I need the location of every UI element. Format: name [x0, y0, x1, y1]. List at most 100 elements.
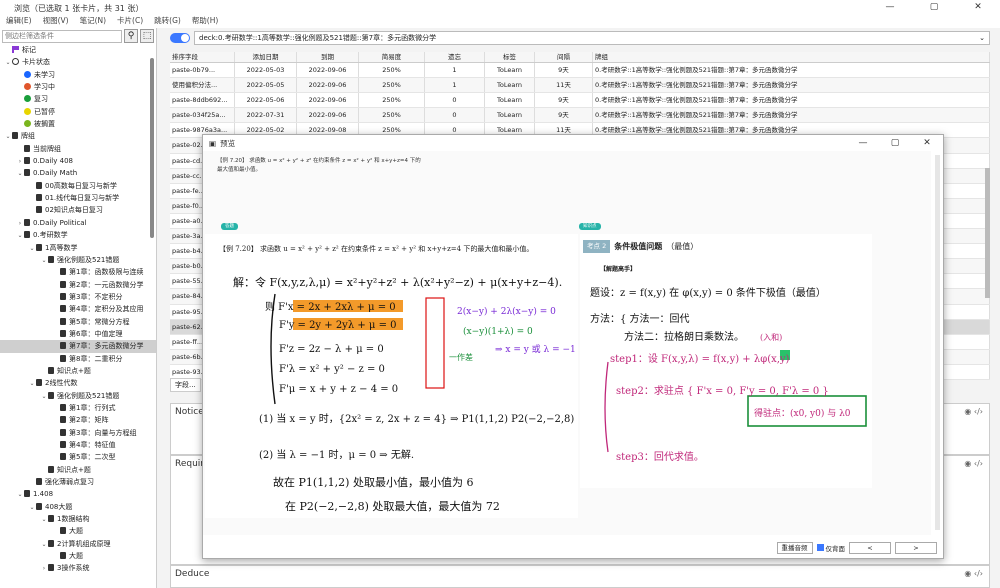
sidebar-item[interactable]: ⌄ 牌组: [0, 130, 156, 142]
sidebar-item-label: 牌组: [21, 132, 35, 141]
sidebar-item-label: 2线性代数: [45, 379, 78, 388]
sidebar-item[interactable]: 第3章：向量与方程组: [0, 427, 156, 439]
close-icon[interactable]: ✕: [911, 135, 943, 151]
next-card-button[interactable]: >: [895, 541, 937, 554]
sidebar-item[interactable]: 学习中: [0, 81, 156, 93]
sidebar-filter-row: ⚲ ⬚: [0, 28, 156, 44]
deck-icon: [24, 169, 30, 177]
sidebar-item[interactable]: 知识点+题: [0, 464, 156, 476]
solution-conclusion-2: 在 P2(−2,−2,8) 处取最大值，最大值为 72: [285, 499, 500, 513]
column-header[interactable]: 间隔: [535, 52, 593, 62]
sidebar-item[interactable]: 大题: [0, 525, 156, 537]
sidebar-item-label: 知识点+题: [57, 366, 91, 375]
answer-tag: 答题: [221, 223, 238, 230]
maximize-icon[interactable]: ▢: [879, 135, 911, 151]
table-row[interactable]: 使用偏积分法... 2022-05-05 2022-09-06 250% 1 ToLear…: [170, 78, 990, 94]
sidebar-item[interactable]: 第4章：特征值: [0, 439, 156, 451]
table-row[interactable]: paste-034f25a... 2022-07-31 2022-09-06 250%…: [170, 108, 990, 124]
sidebar-item[interactable]: 复习: [0, 93, 156, 105]
field-icons[interactable]: ◉ ‹/›: [964, 459, 983, 468]
sidebar-scrollbar[interactable]: [150, 58, 154, 238]
sidebar-item[interactable]: 第1章：函数极限与连续: [0, 266, 156, 278]
status-dot-icon: [24, 83, 31, 91]
sidebar-filter-input[interactable]: [2, 29, 122, 43]
sidebar-item-label: 复习: [34, 95, 48, 104]
deck-icon: [60, 342, 66, 350]
sidebar-item[interactable]: ⌄ 1.408: [0, 488, 156, 500]
column-header[interactable]: 标签: [485, 52, 535, 62]
deduce-field[interactable]: Deduce ◉ ‹/›: [170, 565, 990, 588]
column-header[interactable]: 到期: [297, 52, 359, 62]
back-only-checkbox[interactable]: [816, 544, 824, 551]
sidebar-item[interactable]: ⌄ 0.Daily Math: [0, 167, 156, 179]
table-cell: 250%: [359, 78, 425, 93]
cards-notes-toggle[interactable]: [170, 33, 190, 43]
sidebar-item[interactable]: 00高数每日复习与新学: [0, 180, 156, 192]
table-row[interactable]: paste-8ddb692... 2022-05-06 2022-09-06 250%…: [170, 93, 990, 109]
column-header[interactable]: 添加日期: [235, 52, 297, 62]
menu-help[interactable]: 帮助(H): [192, 15, 219, 28]
deck-icon: [60, 416, 66, 424]
sidebar-item[interactable]: 第2章：矩阵: [0, 414, 156, 426]
sidebar-item[interactable]: 标记: [0, 44, 156, 56]
sidebar-item[interactable]: ⌄ 408大题: [0, 501, 156, 513]
sidebar-item[interactable]: 被搁置: [0, 118, 156, 130]
sidebar-item[interactable]: 知识点+题: [0, 365, 156, 377]
preview-scrollbar[interactable]: [935, 155, 940, 530]
sidebar-item[interactable]: ⌄ 0.考研数学: [0, 229, 156, 241]
field-icons[interactable]: ◉ ‹/›: [964, 407, 983, 416]
sidebar-item[interactable]: ⌄ 2计算机组成原理: [0, 538, 156, 550]
prev-card-button[interactable]: <: [849, 541, 891, 554]
column-header[interactable]: 简易度: [359, 52, 425, 62]
deck-icon: [36, 379, 42, 387]
sidebar-item[interactable]: 第1章：行列式: [0, 402, 156, 414]
field-icons[interactable]: ◉ ‹/›: [964, 569, 983, 578]
field-tab[interactable]: 字段...: [170, 378, 201, 392]
sidebar-item[interactable]: 01.线代每日复习与新学: [0, 192, 156, 204]
column-header[interactable]: 遗忘: [425, 52, 485, 62]
chevron-right-icon[interactable]: ›: [40, 563, 48, 575]
table-scrollbar[interactable]: [985, 168, 990, 298]
sidebar-item[interactable]: 第6章：中值定理: [0, 328, 156, 340]
sidebar-item[interactable]: › 0.Daily Political: [0, 217, 156, 229]
sidebar-item[interactable]: 02知识点每日复习: [0, 204, 156, 216]
menu-view[interactable]: 视图(V): [43, 15, 69, 28]
sidebar-item[interactable]: ⌄ 强化例题及521错题: [0, 254, 156, 266]
maximize-icon[interactable]: ▢: [912, 0, 956, 15]
sidebar-item[interactable]: 第3章：不定积分: [0, 291, 156, 303]
replay-audio-button[interactable]: 重播音频: [776, 541, 813, 554]
solution-line-6: F'μ = x + y + z − 4 = 0: [279, 384, 398, 395]
sidebar-item[interactable]: ⌄ 1数据结构: [0, 513, 156, 525]
sidebar-item[interactable]: 当前牌组: [0, 143, 156, 155]
sidebar-item[interactable]: › 0.Daily 408: [0, 155, 156, 167]
sidebar-item[interactable]: 第4章：定积分及其应用: [0, 303, 156, 315]
menu-cards[interactable]: 卡片(C): [117, 15, 143, 28]
column-header[interactable]: 排序字段: [170, 52, 235, 62]
minimize-icon[interactable]: —: [868, 0, 912, 15]
chevron-down-icon[interactable]: ⌄: [979, 32, 985, 44]
sidebar-item[interactable]: 第2章：一元函数微分学: [0, 279, 156, 291]
sidebar-item[interactable]: ⌄ 2线性代数: [0, 377, 156, 389]
select-mode-icon[interactable]: ⬚: [140, 29, 154, 43]
sidebar-item[interactable]: 第8章：二重积分: [0, 353, 156, 365]
sidebar-item[interactable]: 已暂停: [0, 106, 156, 118]
sidebar-item[interactable]: ⌄ 强化例题及521错题: [0, 390, 156, 402]
sidebar-item[interactable]: ⌄ 1高等数学: [0, 242, 156, 254]
sidebar-item[interactable]: 未学习: [0, 69, 156, 81]
sidebar-item[interactable]: 第5章：二次型: [0, 451, 156, 463]
column-header[interactable]: 牌组: [593, 52, 990, 62]
menu-edit[interactable]: 编辑(E): [6, 15, 32, 28]
sidebar-item[interactable]: 第5章：常微分方程: [0, 316, 156, 328]
search-icon[interactable]: ⚲: [124, 29, 138, 43]
minimize-icon[interactable]: —: [847, 135, 879, 151]
menu-notes[interactable]: 笔记(N): [80, 15, 106, 28]
sidebar-item[interactable]: › 3操作系统: [0, 562, 156, 574]
sidebar-item[interactable]: 第7章：多元函数微分学: [0, 340, 156, 353]
close-icon[interactable]: ✕: [956, 0, 1000, 15]
table-row[interactable]: paste-0b79... 2022-05-03 2022-09-06 250% 1 To…: [170, 63, 990, 79]
sidebar-item[interactable]: 大题: [0, 550, 156, 562]
sidebar-item[interactable]: 强化薄弱点复习: [0, 476, 156, 488]
sidebar-item[interactable]: ⌄ 卡片状态: [0, 56, 156, 68]
menu-go[interactable]: 跳转(G): [154, 15, 181, 28]
search-input[interactable]: deck:0.考研数学::1高等数学::强化例题及521错题::第7章：多元函数…: [194, 31, 990, 45]
